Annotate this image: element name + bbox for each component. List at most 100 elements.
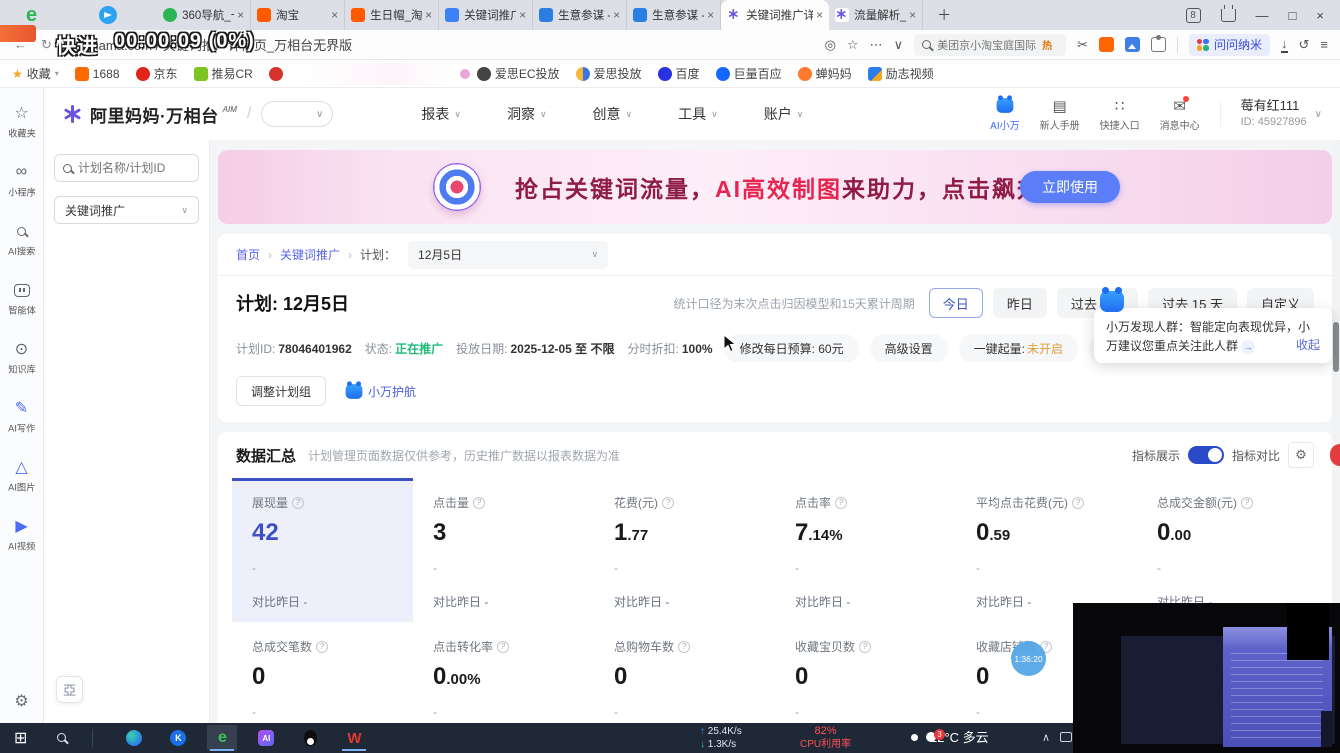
adjust-plan-group-button[interactable]: 调整计划组 — [236, 376, 327, 406]
bookmark-aisi-ec[interactable]: 爱思EC投放 — [476, 65, 560, 82]
taskbar-app-360-browser[interactable]: e — [207, 725, 238, 751]
close-button[interactable]: × — [1316, 8, 1324, 23]
timer-badge[interactable]: 1:36:20 — [1011, 641, 1046, 676]
bookmark-juliang[interactable]: 巨量百应 — [715, 65, 782, 82]
quick-search-box[interactable]: 美团京小淘宝庭国际 热 — [914, 33, 1067, 56]
metric-card-cost[interactable]: 花费(元)? 1.77 - 对比昨日 - — [594, 478, 775, 622]
version-select[interactable]: ∨ — [261, 101, 334, 127]
taskbar-app-edge[interactable] — [119, 725, 149, 751]
daily-budget-button[interactable]: 修改每日预算: 60元 — [725, 334, 858, 362]
plan-search-input[interactable] — [78, 161, 190, 175]
bookmark-baidu[interactable]: 百度 — [657, 65, 700, 82]
message-center-button[interactable]: ✉ 消息中心 — [1160, 95, 1200, 132]
nav-reports[interactable]: 报表 ∨ — [421, 104, 461, 124]
tab-close-icon[interactable]: × — [237, 8, 244, 22]
nav-account[interactable]: 账户 ∨ — [764, 104, 804, 124]
pip-video-overlay[interactable] — [1073, 603, 1340, 753]
floating-widget[interactable]: 亞 — [56, 676, 83, 703]
messenger-icon[interactable] — [99, 6, 118, 24]
taskbar-search-icon[interactable] — [57, 729, 67, 747]
plan-search-box[interactable] — [54, 154, 199, 182]
sidebar-item-ai-image[interactable]: △ AI图片 — [7, 458, 36, 494]
new-tab-button[interactable]: ＋ — [937, 5, 951, 25]
bookmark-lizhi-video[interactable]: 励志视频 — [867, 65, 934, 82]
bookmark-star-icon[interactable]: ☆ — [847, 37, 859, 53]
tab-close-icon[interactable]: × — [425, 8, 432, 22]
settings-gear-icon[interactable]: ⚙ — [14, 691, 28, 711]
menu-icon[interactable]: ≡ — [1320, 37, 1328, 52]
tray-folder-icon[interactable] — [1060, 732, 1072, 742]
bookmark-aisi[interactable]: 爱思投放 — [575, 65, 642, 82]
metric-card-carts[interactable]: 总购物车数? 0 - 对比昨日 - — [594, 622, 775, 723]
weather-widget[interactable]: 3 12°C 多云 — [922, 727, 989, 746]
breadcrumb-home[interactable]: 首页 — [236, 246, 260, 263]
tab-close-icon[interactable]: × — [613, 8, 620, 22]
plan-select[interactable]: 12月5日 ∨ — [408, 240, 609, 269]
metric-card-cvr[interactable]: 点击转化率? 0.00% - 对比昨日 - — [413, 622, 594, 723]
tab-count-badge[interactable]: 8 — [1185, 7, 1201, 23]
taskbar-app-wps[interactable]: W — [339, 725, 369, 751]
screenshot-scissors-icon[interactable]: ✂ — [1077, 37, 1088, 53]
tab-close-icon[interactable]: × — [816, 8, 823, 22]
taskbar-app-qq[interactable] — [295, 725, 325, 751]
sidebar-item-agent[interactable]: 智能体 — [7, 281, 37, 317]
bookmark-chanmama[interactable]: 蝉妈妈 — [797, 65, 852, 82]
sidebar-item-knowledge[interactable]: ⊙ 知识库 — [7, 340, 37, 376]
theme-skin-icon[interactable] — [1220, 4, 1236, 22]
chevron-down-icon[interactable]: ∨ — [894, 37, 904, 53]
taskbar-app-ai[interactable]: AI — [251, 725, 281, 751]
tab-sycm-1[interactable]: 生意参谋 - 零× — [533, 0, 628, 30]
nav-insights[interactable]: 洞察 ∨ — [507, 104, 547, 124]
tab-birthday-hat[interactable]: 生日帽_淘宝搜× — [345, 0, 440, 30]
maximize-button[interactable]: □ — [1289, 8, 1297, 23]
collapse-link[interactable]: 收起 — [1296, 336, 1320, 355]
download-icon[interactable]: ↓ — [1281, 37, 1288, 53]
banner-cta-button[interactable]: 立即使用 — [1020, 171, 1120, 203]
ai-xiaowan-button[interactable]: AI小万 — [990, 95, 1020, 132]
bookmark-favorites[interactable]: ★ 收藏 ▾ — [12, 65, 59, 82]
scrollbar-thumb[interactable] — [1333, 322, 1339, 372]
range-yesterday[interactable]: 昨日 — [992, 288, 1047, 318]
tab-close-icon[interactable]: × — [909, 8, 916, 22]
tab-360-nav[interactable]: 360导航_一个× — [157, 0, 252, 30]
minimize-button[interactable]: — — [1256, 8, 1269, 23]
brand-logo[interactable]: 阿里妈妈·万相台 AIM / ∨ — [62, 101, 334, 127]
capture-icon[interactable] — [1124, 37, 1140, 52]
newbie-manual-button[interactable]: ▤ 新人手册 — [1040, 97, 1080, 132]
sidebar-item-miniapps[interactable]: ∞ 小程序 — [7, 163, 37, 199]
more-icon[interactable]: ⋯ — [870, 37, 883, 53]
xiaowan-guard-button[interactable]: 小万护航 — [344, 380, 416, 400]
sidebar-item-ai-writing[interactable]: ✎ AI写作 — [7, 399, 36, 435]
one-click-boost-button[interactable]: 一键起量: 未开启 — [959, 334, 1077, 362]
metric-card-avg-cpc[interactable]: 平均点击花费(元)? 0.59 - 对比昨日 - — [956, 478, 1137, 622]
tab-close-icon[interactable]: × — [519, 8, 526, 22]
sidebar-item-ai-video[interactable]: ▶ AI视频 — [7, 517, 36, 553]
metric-card-clicks[interactable]: 点击量? 3 - 对比昨日 - — [413, 478, 594, 622]
metric-card-total-gmv[interactable]: 总成交金额(元)? 0.00 - 对比昨日 - — [1137, 478, 1318, 622]
tab-close-icon[interactable]: × — [707, 8, 714, 22]
metric-settings-button[interactable]: ⚙ — [1288, 442, 1314, 468]
history-icon[interactable]: ↺ — [1299, 37, 1310, 53]
sidebar-item-favorites[interactable]: ☆ 收藏夹 — [7, 104, 37, 140]
range-today[interactable]: 今日 — [928, 288, 983, 318]
windows-start-icon[interactable]: ⊞ — [14, 728, 27, 748]
bookmark-tuiyi[interactable]: 推易CR — [193, 65, 253, 82]
tray-expand-icon[interactable]: ∧ — [1042, 731, 1050, 744]
metric-card-impressions[interactable]: 展现量? 42 - 对比昨日 - — [232, 478, 413, 622]
metric-card-orders[interactable]: 总成交笔数? 0 - 对比昨日 - — [232, 622, 413, 723]
bookmark-1688[interactable]: 1688 — [74, 66, 120, 81]
metric-display-toggle[interactable] — [1187, 446, 1224, 464]
tab-keyword-promo[interactable]: 关键词推广 × — [439, 0, 534, 30]
ai-assistant-button[interactable]: 问问纳米 — [1188, 33, 1270, 56]
metric-card-item-favs[interactable]: 收藏宝贝数? 0 - 对比昨日 - — [775, 622, 956, 723]
game-center-icon[interactable] — [1098, 37, 1114, 52]
product-select[interactable]: 关键词推广 ∨ — [54, 196, 199, 224]
nav-tools[interactable]: 工具 ∨ — [678, 104, 718, 124]
tab-taobao[interactable]: 淘宝 × — [251, 0, 346, 30]
user-account[interactable]: 莓有红111 ID: 45927896 ∨ — [1241, 98, 1322, 129]
reader-mode-icon[interactable]: ◎ — [825, 37, 836, 53]
quick-entry-button[interactable]: ∷ 快捷入口 — [1100, 97, 1140, 132]
tab-close-icon[interactable]: × — [331, 8, 338, 22]
breadcrumb-section[interactable]: 关键词推广 — [280, 246, 340, 263]
sidebar-item-ai-search[interactable]: AI搜索 — [7, 222, 36, 258]
